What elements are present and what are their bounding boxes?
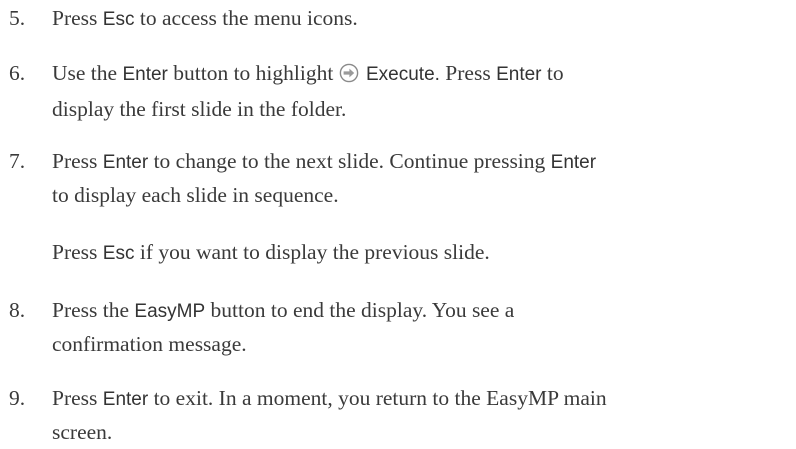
- step-number: 9.: [9, 386, 26, 410]
- body-text: to: [541, 61, 564, 85]
- body-text: button to highlight: [167, 61, 339, 85]
- body-text: display the first slide in the folder.: [52, 97, 347, 121]
- text-line: screen.: [52, 416, 792, 449]
- body-text: to access the menu icons.: [134, 6, 358, 30]
- ui-term: Esc: [102, 243, 135, 264]
- body-text: button to end the display. You see a: [205, 298, 515, 322]
- ui-term: Enter: [496, 64, 542, 85]
- body-text: confirmation message.: [52, 332, 247, 356]
- instruction-steps: 5. Press Esc to access the menu icons. 6…: [0, 0, 796, 449]
- body-text: Use the: [52, 61, 123, 85]
- text-line: confirmation message.: [52, 328, 792, 361]
- body-text: Press: [52, 149, 103, 173]
- text-line: display the first slide in the folder.: [52, 93, 792, 126]
- ui-term: Esc: [102, 9, 135, 30]
- step-text: Press Esc to access the menu icons.: [52, 2, 792, 36]
- ui-term: Enter: [122, 64, 168, 85]
- step-number: 6.: [9, 61, 26, 85]
- text-line: Press Esc to access the menu icons.: [52, 2, 792, 36]
- text-line: Use the Enter button to highlight Execut…: [52, 57, 792, 93]
- body-text: Press: [52, 386, 103, 410]
- body-text: Press: [52, 240, 103, 264]
- body-text: Press: [439, 61, 497, 85]
- step-number: 5.: [9, 6, 26, 30]
- text-line: Press Enter to change to the next slide.…: [52, 145, 792, 179]
- body-text: Press: [52, 6, 103, 30]
- ui-term: Enter: [550, 152, 597, 173]
- text-line: Press Enter to exit. In a moment, you re…: [52, 382, 792, 416]
- body-text: screen.: [52, 420, 113, 444]
- ui-term: EasyMP: [134, 301, 206, 322]
- text-line: Press the EasyMP button to end the displ…: [52, 294, 792, 328]
- body-text: to change to the next slide. Continue pr…: [148, 149, 551, 173]
- step-text: Press Enter to exit. In a moment, you re…: [52, 382, 792, 449]
- ui-term: Enter: [102, 389, 149, 410]
- previous-slide-note: Press Esc if you want to display the pre…: [52, 236, 490, 270]
- body-text: to exit. In a moment, you return to the …: [148, 386, 607, 410]
- step-number: 8.: [9, 298, 26, 322]
- ui-term: Execute.: [360, 64, 440, 85]
- ui-term: Enter: [102, 152, 149, 173]
- body-text: Press the: [52, 298, 135, 322]
- step-text: Press the EasyMP button to end the displ…: [52, 294, 792, 361]
- step-text: Press Enter to change to the next slide.…: [52, 145, 792, 212]
- body-text: to display each slide in sequence.: [52, 183, 339, 207]
- step-number: 7.: [9, 149, 26, 173]
- body-text: if you want to display the previous slid…: [134, 240, 490, 264]
- execute-arrow-icon: [339, 60, 359, 93]
- text-line: to display each slide in sequence.: [52, 179, 792, 212]
- step-text: Use the Enter button to highlight Execut…: [52, 57, 792, 126]
